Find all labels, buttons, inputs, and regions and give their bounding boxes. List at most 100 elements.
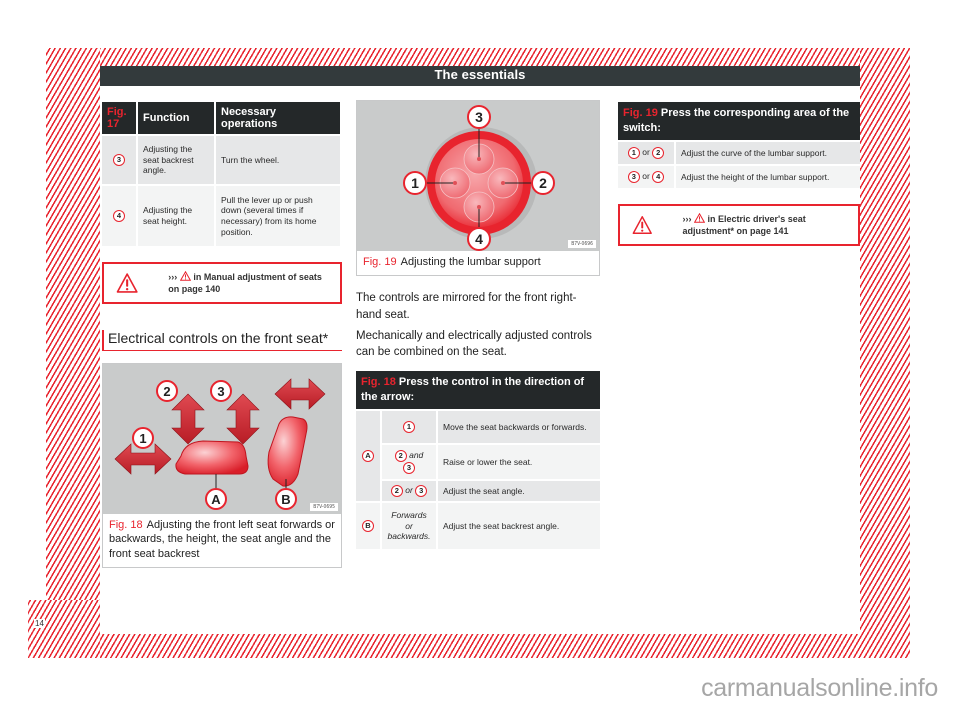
warning-link-text[interactable]: in Manual adjustment of seats on page 14…	[168, 272, 322, 294]
hatched-frame-right	[860, 48, 910, 658]
warning-box-manual: ››› in Manual adjustment of seats on pag…	[102, 262, 342, 304]
operation-cell: Pull the lever up or push down (several …	[216, 186, 340, 246]
table-row: 2 and 3 Raise or lower the seat.	[356, 444, 600, 479]
callout-3: 3	[210, 380, 232, 402]
seat-controls-diagram: 1 2 3 A B	[114, 378, 326, 510]
callout-letter: B	[362, 519, 374, 532]
hatched-frame-left	[46, 48, 100, 644]
arrow-3-vertical	[226, 393, 260, 445]
callout-number: 4	[652, 171, 665, 183]
table-row: 4 Adjusting the seat height. Pull the le…	[102, 186, 340, 246]
callout-b: B	[275, 488, 297, 510]
callout-number: 3	[415, 484, 428, 497]
warning-triangle-icon	[632, 216, 652, 234]
figure-code: B7V-0696	[568, 240, 596, 248]
svg-text:3: 3	[217, 384, 224, 399]
table-row: 3 or 4 Adjust the height of the lumbar s…	[618, 166, 860, 188]
figure-caption: Fig. 18 Adjusting the front left seat for…	[103, 514, 341, 567]
figure-19-image: 3 1 2 4 B7V-0696	[357, 101, 599, 251]
figure-code: B7V-0695	[310, 503, 338, 511]
table-header-operations: Necessary operations	[216, 102, 340, 134]
table-row: 2 or 3 Adjust the seat angle.	[356, 480, 600, 501]
figure-label: Fig. 18	[109, 519, 143, 531]
table-fig17: Fig. 17 Function Necessary operations 3 …	[100, 100, 342, 248]
control-join: or	[642, 171, 650, 181]
action-cell: Adjust the seat angle.	[438, 480, 600, 501]
lumbar-switch-diagram: 3 1 2 4	[403, 105, 555, 251]
svg-text:2: 2	[539, 175, 547, 191]
page-number: 14	[34, 619, 45, 628]
action-cell: Adjust the height of the lumbar support.	[676, 166, 860, 188]
control-text: Forwards or backwards.	[382, 502, 436, 549]
table-row: 3 Adjusting the seat backrest angle. Tur…	[102, 136, 340, 184]
callout-3: 3	[467, 105, 491, 129]
column-middle: 3 1 2 4 B7V-0696 Fig. 19 Adjusting the lu…	[356, 100, 600, 551]
column-left: Fig. 17 Function Necessary operations 3 …	[100, 100, 342, 568]
table-fig17-label: Fig. 17	[102, 102, 136, 134]
operation-cell: Turn the wheel.	[216, 136, 340, 184]
section-header-bar: The essentials	[100, 66, 860, 86]
hatched-frame-bottom-left	[28, 600, 100, 658]
svg-text:A: A	[211, 492, 221, 507]
cross-reference-arrows: ›››	[682, 213, 692, 224]
table-header-function: Function	[138, 102, 214, 134]
svg-text:1: 1	[139, 431, 146, 446]
warning-box-electric: ››› in Electric driver's seat adjustment…	[618, 204, 860, 246]
warning-text[interactable]: ››› in Manual adjustment of seats on pag…	[168, 270, 334, 295]
control-join: and	[409, 449, 424, 460]
callout-1: 1	[132, 427, 154, 449]
table-row: 1 or 2 Adjust the curve of the lumbar su…	[618, 142, 860, 164]
caption-text: Adjusting the lumbar support	[400, 256, 541, 268]
table-row: A 1 Move the seat backwards or forwards.	[356, 410, 600, 501]
switch-b-backrest	[267, 416, 308, 487]
table-fig19: Fig. 19 Press the corresponding area of …	[616, 100, 862, 190]
function-cell: Adjusting the seat height.	[138, 186, 214, 246]
figure-18: 1 2 3 A B B7V-0695 Fig. 18 Adjusting the…	[102, 363, 342, 568]
hatched-frame-bottom	[28, 630, 910, 658]
table-fig19-header: Fig. 19 Press the corresponding area of …	[618, 102, 860, 140]
callout-a: A	[205, 488, 227, 510]
callout-2: 2	[531, 171, 555, 195]
section-title: Electrical controls on the front seat*	[102, 330, 342, 351]
callout-number: 2	[390, 484, 403, 497]
callout-number: 2	[394, 449, 407, 462]
control-join: or	[642, 147, 650, 157]
watermark: carmanualsonline.info	[701, 674, 938, 702]
arrow-2-vertical	[171, 393, 205, 445]
action-cell: Adjust the curve of the lumbar support.	[676, 142, 860, 164]
warning-triangle-icon	[116, 273, 138, 293]
action-cell: Raise or lower the seat.	[438, 444, 600, 479]
control-join: or	[405, 484, 413, 495]
callout-number: 2	[652, 147, 665, 159]
hatched-frame-top	[46, 48, 910, 66]
warning-text[interactable]: ››› in Electric driver's seat adjustment…	[682, 212, 852, 237]
action-cell: Move the seat backwards or forwards.	[438, 410, 600, 443]
table-fig19-label: Fig. 19	[623, 107, 658, 120]
switch-a-seat-cushion	[175, 440, 249, 475]
figure-label: Fig. 19	[363, 256, 397, 268]
cross-reference-arrows: ›››	[168, 271, 178, 282]
header-title: The essentials	[434, 67, 526, 82]
paragraph-combined: Mechanically and electrically adjusted c…	[356, 329, 592, 359]
callout-1: 1	[403, 171, 427, 195]
small-warning-icon	[179, 270, 191, 281]
svg-text:4: 4	[475, 231, 483, 247]
action-cell: Adjust the seat backrest angle.	[438, 502, 600, 549]
callout-number: 3	[403, 461, 415, 474]
table-fig18-header: Fig. 18 Press the control in the directi…	[356, 370, 600, 409]
small-warning-icon	[694, 212, 705, 223]
figure-18-image: 1 2 3 A B B7V-0695	[103, 364, 341, 514]
figure-19: 3 1 2 4 B7V-0696 Fig. 19 Adjusting the lu…	[356, 100, 600, 277]
callout-letter: A	[362, 449, 374, 462]
callout-4: 4	[467, 227, 491, 251]
callout-number: 3	[113, 154, 125, 166]
arrow-backrest-horizontal	[274, 378, 326, 410]
svg-text:3: 3	[475, 109, 483, 125]
callout-number: 1	[627, 147, 640, 159]
figure-caption: Fig. 19 Adjusting the lumbar support	[357, 251, 599, 275]
table-fig18-label: Fig. 18	[361, 376, 396, 389]
callout-2: 2	[156, 380, 178, 402]
callout-number: 4	[113, 210, 125, 222]
svg-text:B: B	[281, 492, 290, 507]
table-fig18: Fig. 18 Press the control in the directi…	[354, 369, 602, 551]
